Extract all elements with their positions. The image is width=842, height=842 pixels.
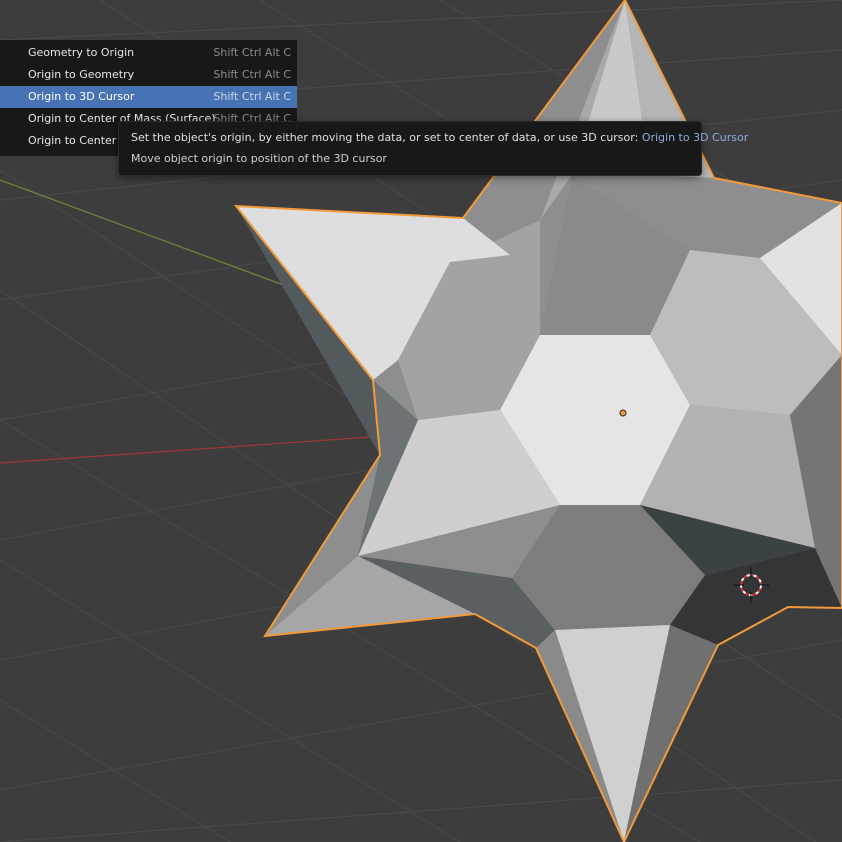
menu-item-shortcut: Shift Ctrl Alt C	[213, 46, 291, 59]
tooltip-operator-name: Origin to 3D Cursor	[641, 131, 749, 144]
menu-item-origin-to-geometry[interactable]: Origin to Geometry Shift Ctrl Alt C	[0, 64, 297, 86]
tooltip-description-text: Set the object's origin, by either movin…	[131, 131, 639, 144]
menu-item-label: Origin to Center of	[28, 134, 131, 147]
menu-item-shortcut: Shift Ctrl Alt C	[213, 90, 291, 103]
menu-item-origin-to-3d-cursor[interactable]: Origin to 3D Cursor Shift Ctrl Alt C	[0, 86, 297, 108]
menu-item-label: Geometry to Origin	[28, 46, 135, 59]
tooltip-description: Set the object's origin, by either movin…	[131, 131, 748, 144]
object-origin-icon	[619, 409, 627, 417]
menu-item-geometry-to-origin[interactable]: Geometry to Origin Shift Ctrl Alt C	[0, 42, 297, 64]
tooltip-detail: Move object origin to position of the 3D…	[131, 152, 387, 165]
menu-item-shortcut: Shift Ctrl Alt C	[213, 68, 291, 81]
menu-item-label: Origin to 3D Cursor	[28, 90, 135, 103]
menu-item-label: Origin to Geometry	[28, 68, 135, 81]
operator-tooltip: Set the object's origin, by either movin…	[118, 121, 748, 176]
